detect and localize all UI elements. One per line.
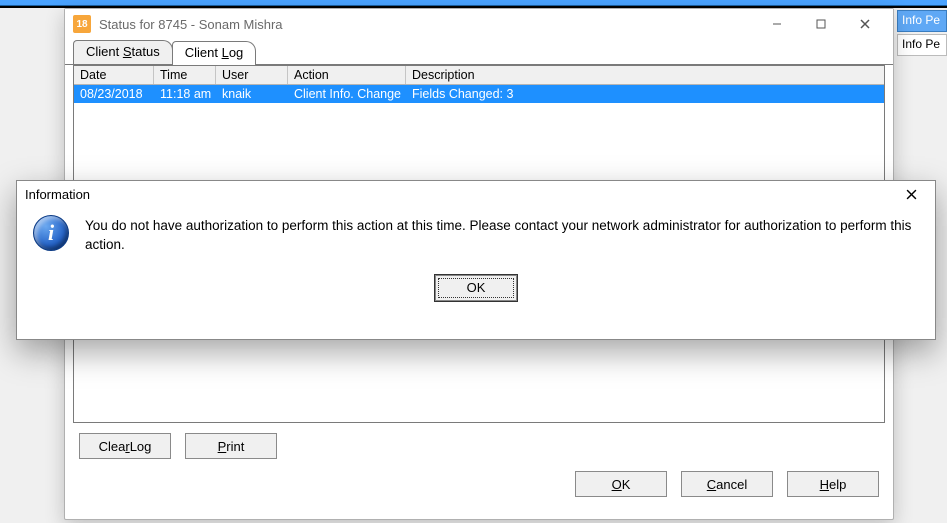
cell-time: 11:18 am — [154, 85, 216, 103]
info-ok-button[interactable]: OK — [435, 275, 517, 301]
btn-label-accel: H — [820, 477, 829, 492]
btn-label-part: Clea — [99, 439, 126, 454]
app-icon: 18 — [73, 15, 91, 33]
tab-client-status[interactable]: Client Status — [73, 40, 173, 64]
tab-label-accel: S — [123, 44, 132, 59]
col-description[interactable]: Description — [406, 66, 884, 84]
close-button[interactable] — [843, 10, 887, 38]
minimize-icon — [772, 19, 782, 29]
col-user[interactable]: User — [216, 66, 288, 84]
cancel-button[interactable]: Cancel — [681, 471, 773, 497]
tab-strip: Client Status Client Log — [65, 39, 893, 65]
table-row[interactable]: 08/23/2018 11:18 am knaik Client Info. C… — [74, 85, 884, 103]
background-info-tab-1[interactable]: Info Pe — [897, 10, 947, 32]
tab-label-part: Client — [185, 45, 222, 60]
btn-label-accel: C — [707, 477, 716, 492]
log-button-row: Clear Log Print — [65, 423, 893, 463]
col-time[interactable]: Time — [154, 66, 216, 84]
btn-label-accel: P — [218, 439, 227, 454]
info-body: i You do not have authorization to perfo… — [17, 207, 935, 255]
clear-log-button[interactable]: Clear Log — [79, 433, 171, 459]
tab-client-log[interactable]: Client Log — [172, 41, 257, 65]
titlebar: 18 Status for 8745 - Sonam Mishra — [65, 9, 893, 39]
info-title: Information — [25, 187, 90, 202]
btn-label-part: rint — [226, 439, 244, 454]
cell-action: Client Info. Change — [288, 85, 406, 103]
btn-label-part: elp — [829, 477, 846, 492]
col-date[interactable]: Date — [74, 66, 154, 84]
background-info-tab-2[interactable]: Info Pe — [897, 34, 947, 56]
info-titlebar: Information — [17, 181, 935, 207]
maximize-button[interactable] — [799, 10, 843, 38]
close-icon — [860, 19, 870, 29]
window-title: Status for 8745 - Sonam Mishra — [99, 17, 283, 32]
information-dialog: Information i You do not have authorizat… — [16, 180, 936, 340]
grid-header: Date Time User Action Description — [74, 66, 884, 85]
tab-label-part: tatus — [132, 44, 160, 59]
col-action[interactable]: Action — [288, 66, 406, 84]
print-button[interactable]: Print — [185, 433, 277, 459]
info-close-button[interactable] — [895, 182, 927, 206]
btn-label-part: ancel — [716, 477, 747, 492]
btn-label-part: Log — [130, 439, 152, 454]
close-icon — [906, 189, 917, 200]
tab-label-accel: L — [222, 45, 229, 60]
cell-user: knaik — [216, 85, 288, 103]
maximize-icon — [816, 19, 826, 29]
btn-label-part: K — [622, 477, 631, 492]
cell-date: 08/23/2018 — [74, 85, 154, 103]
cell-description: Fields Changed: 3 — [406, 85, 884, 103]
minimize-button[interactable] — [755, 10, 799, 38]
info-button-row: OK — [17, 255, 935, 301]
help-button[interactable]: Help — [787, 471, 879, 497]
info-icon: i — [33, 215, 69, 251]
info-message: You do not have authorization to perform… — [85, 215, 919, 255]
tab-label-part: og — [229, 45, 243, 60]
tab-label-part: Client — [86, 44, 123, 59]
dialog-button-row: OK Cancel Help — [65, 463, 893, 497]
ok-button[interactable]: OK — [575, 471, 667, 497]
btn-label-accel: O — [612, 477, 622, 492]
